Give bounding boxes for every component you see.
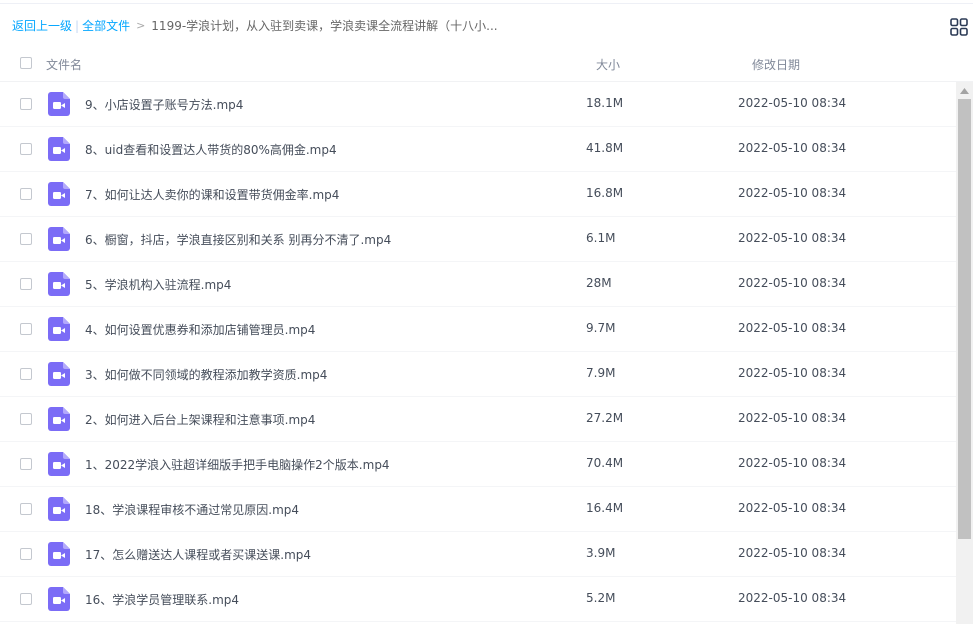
file-size: 28M	[586, 276, 612, 290]
file-size: 41.8M	[586, 141, 624, 155]
video-file-icon	[48, 452, 70, 476]
file-list: 9、小店设置子账号方法.mp4 18.1M 2022-05-10 08:34 8…	[0, 82, 956, 624]
row-checkbox[interactable]	[20, 458, 32, 470]
video-file-icon	[48, 362, 70, 386]
row-checkbox[interactable]	[20, 503, 32, 515]
video-file-icon	[48, 137, 70, 161]
row-checkbox[interactable]	[20, 98, 32, 110]
file-browser: 返回上一级 | 全部文件 > 1199-学浪计划，从入驻到卖课，学浪卖课全流程讲…	[0, 0, 973, 624]
file-size: 5.2M	[586, 591, 616, 605]
file-size: 16.4M	[586, 501, 624, 515]
file-name[interactable]: 6、橱窗，抖店，学浪直接区别和关系 别再分不清了.mp4	[85, 231, 391, 248]
file-row[interactable]: 9、小店设置子账号方法.mp4 18.1M 2022-05-10 08:34	[0, 82, 956, 127]
file-size: 27.2M	[586, 411, 624, 425]
row-checkbox[interactable]	[20, 413, 32, 425]
row-checkbox[interactable]	[20, 143, 32, 155]
file-modified-date: 2022-05-10 08:34	[738, 456, 847, 470]
breadcrumb-separator: |	[75, 19, 80, 33]
file-name[interactable]: 7、如何让达人卖你的课和设置带货佣金率.mp4	[85, 186, 339, 203]
file-modified-date: 2022-05-10 08:34	[738, 591, 847, 605]
file-row[interactable]: 8、uid查看和设置达人带货的80%高佣金.mp4 41.8M 2022-05-…	[0, 127, 956, 172]
column-header-size[interactable]: 大小	[596, 56, 620, 73]
file-row[interactable]: 18、学浪课程审核不通过常见原因.mp4 16.4M 2022-05-10 08…	[0, 487, 956, 532]
file-size: 6.1M	[586, 231, 616, 245]
file-modified-date: 2022-05-10 08:34	[738, 366, 847, 380]
file-size: 7.9M	[586, 366, 616, 380]
row-checkbox[interactable]	[20, 593, 32, 605]
file-name[interactable]: 1、2022学浪入驻超详细版手把手电脑操作2个版本.mp4	[85, 456, 390, 473]
row-checkbox[interactable]	[20, 323, 32, 335]
video-file-icon	[48, 542, 70, 566]
file-name[interactable]: 16、学浪学员管理联系.mp4	[85, 591, 239, 608]
file-row[interactable]: 3、如何做不同领域的教程添加教学资质.mp4 7.9M 2022-05-10 0…	[0, 352, 956, 397]
file-modified-date: 2022-05-10 08:34	[738, 141, 847, 155]
file-name[interactable]: 3、如何做不同领域的教程添加教学资质.mp4	[85, 366, 327, 383]
file-modified-date: 2022-05-10 08:34	[738, 501, 847, 515]
file-modified-date: 2022-05-10 08:34	[738, 546, 847, 560]
file-row[interactable]: 6、橱窗，抖店，学浪直接区别和关系 别再分不清了.mp4 6.1M 2022-0…	[0, 217, 956, 262]
video-file-icon	[48, 317, 70, 341]
video-file-icon	[48, 497, 70, 521]
video-file-icon	[48, 92, 70, 116]
row-checkbox[interactable]	[20, 188, 32, 200]
back-link[interactable]: 返回上一级	[12, 17, 72, 35]
file-row[interactable]: 5、学浪机构入驻流程.mp4 28M 2022-05-10 08:34	[0, 262, 956, 307]
file-size: 16.8M	[586, 186, 624, 200]
file-name[interactable]: 4、如何设置优惠券和添加店铺管理员.mp4	[85, 321, 315, 338]
file-modified-date: 2022-05-10 08:34	[738, 186, 847, 200]
file-row[interactable]: 2、如何进入后台上架课程和注意事项.mp4 27.2M 2022-05-10 0…	[0, 397, 956, 442]
column-header-name[interactable]: 文件名	[46, 56, 82, 73]
breadcrumb: 返回上一级 | 全部文件 > 1199-学浪计划，从入驻到卖课，学浪卖课全流程讲…	[12, 17, 498, 35]
file-name[interactable]: 2、如何进入后台上架课程和注意事项.mp4	[85, 411, 315, 428]
top-divider	[0, 0, 973, 4]
file-row[interactable]: 1、2022学浪入驻超详细版手把手电脑操作2个版本.mp4 70.4M 2022…	[0, 442, 956, 487]
scroll-up-arrow-icon[interactable]	[956, 82, 973, 99]
breadcrumb-arrow: >	[136, 19, 146, 32]
scrollbar-thumb[interactable]	[958, 99, 971, 539]
file-name[interactable]: 9、小店设置子账号方法.mp4	[85, 96, 243, 113]
file-row[interactable]: 4、如何设置优惠券和添加店铺管理员.mp4 9.7M 2022-05-10 08…	[0, 307, 956, 352]
file-row[interactable]: 7、如何让达人卖你的课和设置带货佣金率.mp4 16.8M 2022-05-10…	[0, 172, 956, 217]
file-modified-date: 2022-05-10 08:34	[738, 321, 847, 335]
file-name[interactable]: 8、uid查看和设置达人带货的80%高佣金.mp4	[85, 141, 337, 158]
row-checkbox[interactable]	[20, 368, 32, 380]
file-modified-date: 2022-05-10 08:34	[738, 276, 847, 290]
all-files-link[interactable]: 全部文件	[82, 17, 130, 35]
select-all-checkbox[interactable]	[20, 57, 32, 69]
video-file-icon	[48, 227, 70, 251]
video-file-icon	[48, 407, 70, 431]
file-row[interactable]: 17、怎么赠送达人课程或者买课送课.mp4 3.9M 2022-05-10 08…	[0, 532, 956, 577]
video-file-icon	[48, 182, 70, 206]
current-folder: 1199-学浪计划，从入驻到卖课，学浪卖课全流程讲解（十八小...	[151, 19, 498, 33]
table-header: 文件名 大小 修改日期	[0, 44, 973, 82]
file-size: 70.4M	[586, 456, 624, 470]
file-modified-date: 2022-05-10 08:34	[738, 231, 847, 245]
grid-view-icon[interactable]	[950, 18, 968, 36]
file-name[interactable]: 17、怎么赠送达人课程或者买课送课.mp4	[85, 546, 311, 563]
file-size: 3.9M	[586, 546, 616, 560]
file-name[interactable]: 18、学浪课程审核不通过常见原因.mp4	[85, 501, 299, 518]
file-size: 18.1M	[586, 96, 624, 110]
row-checkbox[interactable]	[20, 278, 32, 290]
file-size: 9.7M	[586, 321, 616, 335]
column-header-date[interactable]: 修改日期	[752, 56, 800, 73]
file-modified-date: 2022-05-10 08:34	[738, 411, 847, 425]
video-file-icon	[48, 587, 70, 611]
vertical-scrollbar[interactable]	[956, 82, 973, 624]
row-checkbox[interactable]	[20, 233, 32, 245]
file-row[interactable]: 16、学浪学员管理联系.mp4 5.2M 2022-05-10 08:34	[0, 577, 956, 622]
row-checkbox[interactable]	[20, 548, 32, 560]
video-file-icon	[48, 272, 70, 296]
file-name[interactable]: 5、学浪机构入驻流程.mp4	[85, 276, 231, 293]
file-modified-date: 2022-05-10 08:34	[738, 96, 847, 110]
